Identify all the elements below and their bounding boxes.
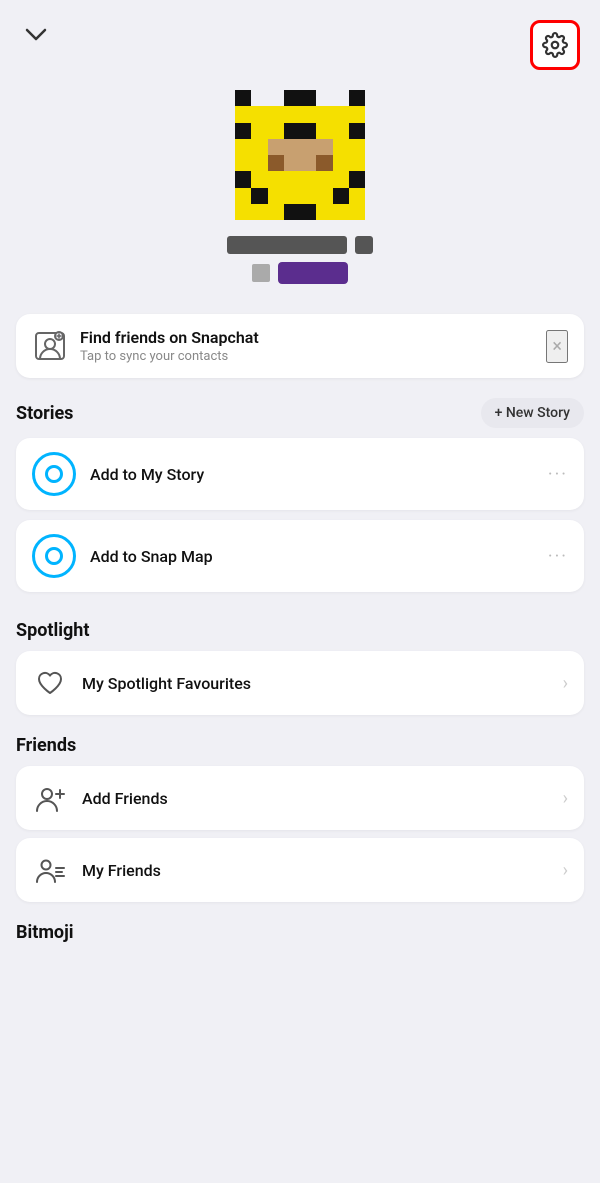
friends-list: Add Friends › My Friends ›	[16, 766, 584, 902]
my-friends-icon	[32, 852, 68, 888]
find-friends-text: Find friends on Snapchat Tap to sync you…	[80, 328, 534, 364]
find-friends-banner[interactable]: Find friends on Snapchat Tap to sync you…	[16, 314, 584, 378]
sub-box-purple	[278, 262, 348, 284]
stories-section-header: Stories + New Story	[0, 398, 600, 438]
page: Find friends on Snapchat Tap to sync you…	[0, 0, 600, 1183]
chevron-down-button[interactable]	[20, 20, 52, 52]
spotlight-favourites-item[interactable]: My Spotlight Favourites ›	[16, 651, 584, 715]
find-friends-subtitle: Tap to sync your contacts	[80, 349, 534, 364]
snap-map-more-button[interactable]: ···	[548, 546, 568, 567]
spotlight-section-header: Spotlight	[0, 620, 600, 651]
spotlight-chevron-icon: ›	[563, 673, 568, 694]
username-bar	[227, 236, 347, 254]
spotlight-favourites-label: My Spotlight Favourites	[82, 674, 549, 693]
find-friends-title: Find friends on Snapchat	[80, 328, 534, 347]
username-bar-small	[355, 236, 373, 254]
friends-section-title: Friends	[16, 735, 76, 756]
my-story-inner-ring	[45, 465, 63, 483]
find-friends-close-button[interactable]: ×	[546, 330, 568, 363]
avatar-section	[0, 80, 600, 304]
stories-list: Add to My Story ··· Add to Snap Map ···	[16, 438, 584, 600]
sub-box-small	[252, 264, 270, 282]
add-to-snap-map-item[interactable]: Add to Snap Map ···	[16, 520, 584, 592]
friends-section-header: Friends	[0, 735, 600, 766]
avatar	[235, 90, 365, 220]
bitmoji-section-header: Bitmoji	[0, 922, 600, 943]
add-to-my-story-label: Add to My Story	[90, 465, 534, 484]
add-friends-icon	[32, 780, 68, 816]
add-friends-chevron-icon: ›	[563, 788, 568, 809]
add-friends-label: Add Friends	[82, 789, 549, 808]
new-story-label: + New Story	[495, 405, 570, 421]
find-friends-icon	[32, 328, 68, 364]
snap-map-inner-ring	[45, 547, 63, 565]
username-row	[227, 236, 373, 254]
my-friends-label: My Friends	[82, 861, 549, 880]
stories-section-title: Stories	[16, 403, 73, 424]
my-friends-chevron-icon: ›	[563, 860, 568, 881]
header	[0, 0, 600, 80]
spotlight-list: My Spotlight Favourites ›	[16, 651, 584, 715]
my-story-more-button[interactable]: ···	[548, 464, 568, 485]
sub-info-row	[252, 262, 348, 284]
add-to-my-story-item[interactable]: Add to My Story ···	[16, 438, 584, 510]
my-story-icon	[32, 452, 76, 496]
snap-map-icon	[32, 534, 76, 578]
bitmoji-section-title: Bitmoji	[16, 922, 74, 943]
my-friends-item[interactable]: My Friends ›	[16, 838, 584, 902]
heart-icon	[32, 665, 68, 701]
gear-icon	[542, 32, 568, 58]
add-to-snap-map-label: Add to Snap Map	[90, 547, 534, 566]
spotlight-section-title: Spotlight	[16, 620, 89, 641]
new-story-button[interactable]: + New Story	[481, 398, 584, 428]
add-friends-item[interactable]: Add Friends ›	[16, 766, 584, 830]
settings-button[interactable]	[530, 20, 580, 70]
